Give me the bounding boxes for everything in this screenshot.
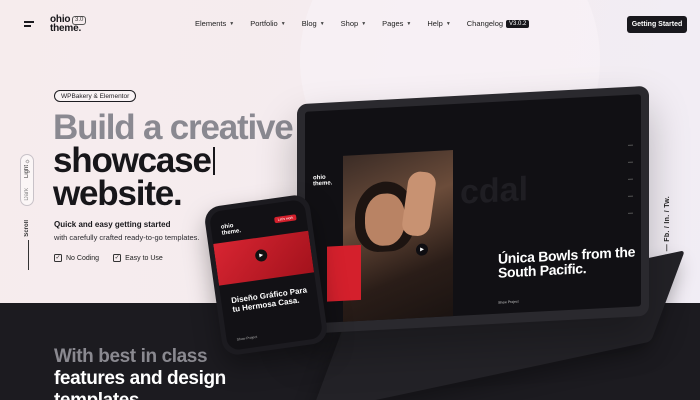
hero-subtitle-strong: Quick and easy getting started	[54, 220, 171, 229]
laptop-mockup: cdal ohio theme. ▶ Única Bowls from the S…	[297, 85, 649, 335]
features-heading-line-3: templates	[54, 390, 140, 400]
laptop-side-ticks	[628, 144, 633, 214]
features-heading-line-1: With best in class	[54, 346, 208, 367]
laptop-project-title: Única Bowls from the South Pacific.	[498, 243, 636, 281]
laptop-show-project: Show Project	[498, 299, 519, 305]
laptop-watermark-text: cdal	[460, 170, 529, 212]
laptop-logo: ohio theme.	[313, 174, 333, 188]
check-no-coding: ✓ No Coding	[54, 254, 100, 262]
phone-project-title: Diseño Gráfico Para tu Hermosa Casa.	[230, 285, 308, 314]
scroll-indicator-line	[28, 240, 29, 270]
dark-mode-label[interactable]: Dark	[24, 188, 30, 201]
chevron-down-icon: ▼	[445, 20, 451, 27]
laptop-screen: cdal ohio theme. ▶ Única Bowls from the S…	[305, 94, 641, 324]
hamburger-icon[interactable]	[24, 21, 34, 29]
hero-subtitle: with carefully crafted ready-to-go templ…	[54, 233, 200, 242]
main-nav: Elements ▼ Portfolio ▼ Blog ▼ Shop ▼ Pages ▼ …	[195, 19, 545, 28]
laptop-red-block	[327, 244, 361, 302]
phone-show-project: Show Project	[236, 334, 258, 342]
phone-screen: ohio theme. Let's work ▶ Diseño Gráfico P…	[208, 199, 324, 351]
phone-mockup: ohio theme. Let's work ▶ Diseño Gráfico P…	[203, 193, 329, 357]
checkbox-icon: ✓	[54, 254, 62, 262]
typing-caret	[212, 147, 215, 175]
features-heading-line-2: features and design	[54, 368, 226, 389]
getting-started-button[interactable]: Getting Started	[627, 16, 687, 33]
scroll-label: Scroll	[24, 220, 30, 237]
phone-cta-button: Let's work	[274, 214, 297, 224]
nav-item-shop[interactable]: Shop ▼	[341, 19, 366, 28]
chevron-down-icon: ▼	[406, 20, 412, 27]
chevron-down-icon: ▼	[319, 20, 325, 27]
nav-item-blog[interactable]: Blog ▼	[302, 19, 325, 28]
chevron-down-icon: ▼	[361, 20, 367, 27]
hero-title-line-3: website.	[53, 174, 183, 213]
photo-face	[365, 192, 405, 247]
phone-logo: ohio theme.	[220, 223, 242, 237]
light-mode-label[interactable]: Light	[24, 165, 30, 178]
nav-item-elements[interactable]: Elements ▼	[195, 19, 234, 28]
chevron-down-icon: ▼	[229, 20, 235, 27]
builder-badge: WPBakery & Elementor	[54, 90, 137, 102]
nav-item-changelog[interactable]: Changelog V3.0.2	[467, 19, 530, 28]
photo-hand	[400, 170, 438, 237]
checkbox-icon: ✓	[113, 254, 122, 262]
sun-icon: ☼	[24, 158, 31, 165]
chevron-down-icon: ▼	[280, 20, 286, 27]
feature-checks: ✓ No Coding ✓ Easy to Use	[54, 254, 163, 262]
check-easy-to-use: ✓ Easy to Use	[113, 254, 163, 262]
logo-version-badge: 3.0	[72, 16, 87, 25]
version-badge: V3.0.2	[506, 19, 530, 28]
nav-item-help[interactable]: Help ▼	[427, 19, 450, 28]
nav-item-pages[interactable]: Pages ▼	[382, 19, 411, 28]
nav-item-portfolio[interactable]: Portfolio ▼	[250, 19, 285, 28]
